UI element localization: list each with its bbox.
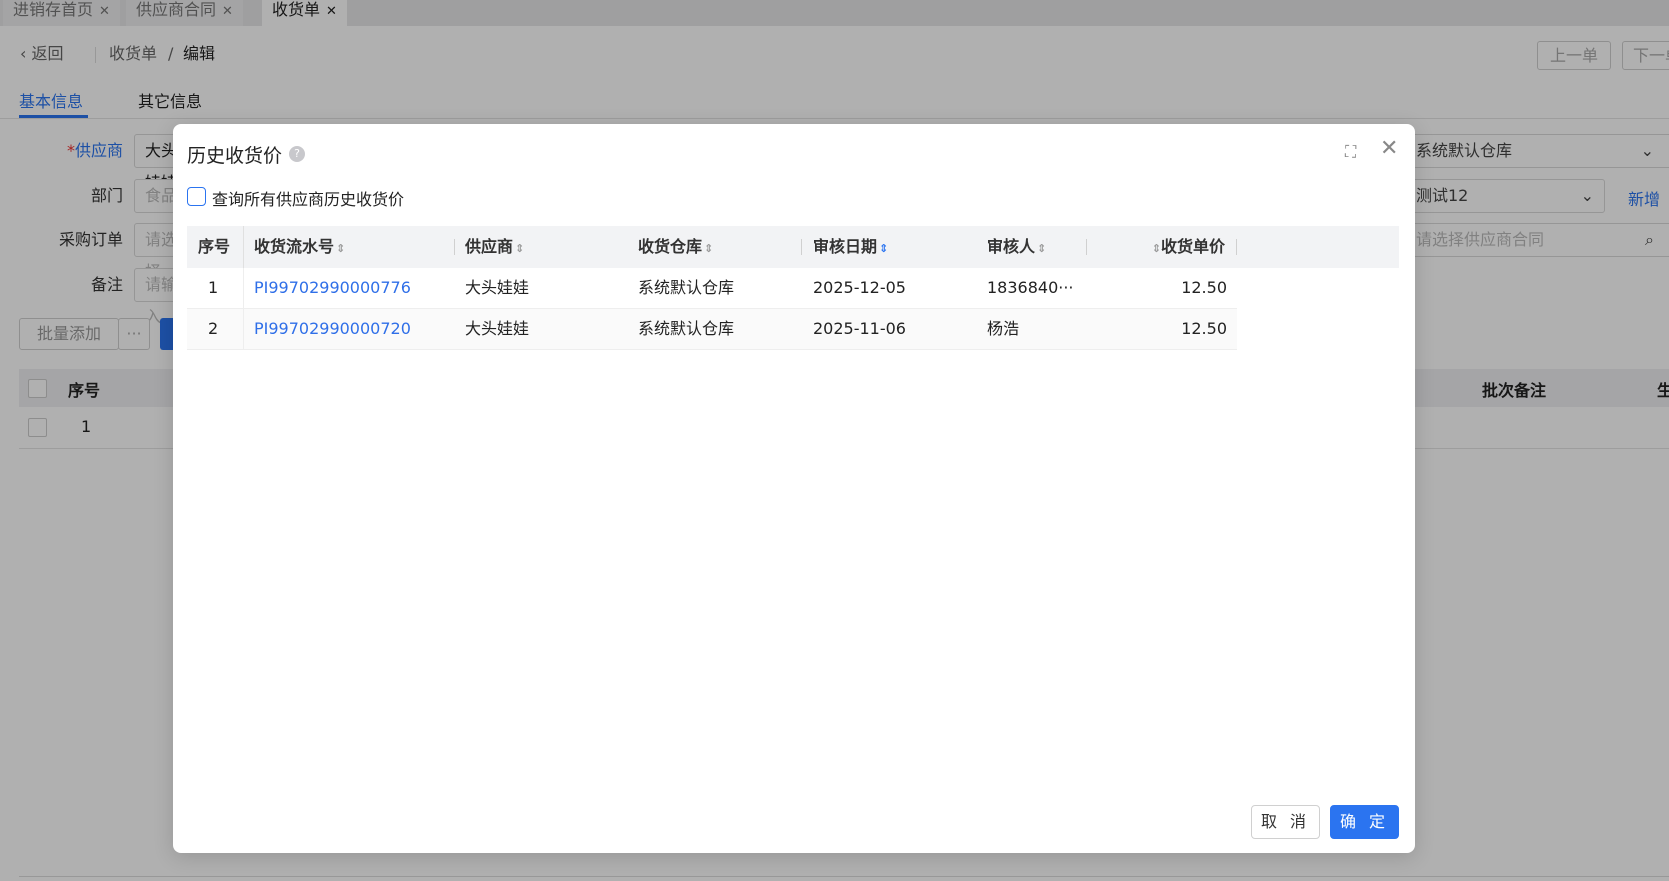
all-suppliers-checkbox[interactable]	[187, 187, 206, 206]
cell-supplier: 大头娃娃	[465, 278, 530, 297]
col-divider	[243, 226, 244, 268]
cell-index: 1	[208, 278, 219, 297]
help-icon[interactable]: ?	[289, 146, 305, 162]
cell-index: 2	[208, 319, 219, 338]
cell-reviewer: 杨浩	[987, 319, 1020, 338]
col-divider[interactable]	[1236, 239, 1237, 255]
close-icon[interactable]: ✕	[1380, 136, 1398, 161]
table-row[interactable]: 1 PI99702990000776 大头娃娃 系统默认仓库 2025-12-0…	[187, 268, 1237, 309]
sort-desc-icon: ⇕	[879, 242, 889, 255]
sort-icon: ⇕	[1151, 242, 1161, 255]
col-divider[interactable]	[801, 239, 802, 255]
cancel-button[interactable]: 取 消	[1251, 805, 1320, 839]
col-reviewer[interactable]: 审核人 ⇕	[987, 226, 1046, 270]
history-price-modal: 历史收货价 ? ⛶ ✕ 查询所有供应商历史收货价 序号 收货流水号 ⇕ 供应商 ⇕ …	[173, 124, 1415, 853]
cell-price: 12.50	[1181, 278, 1227, 297]
cell-serial-link[interactable]: PI99702990000720	[254, 309, 411, 349]
sort-icon: ⇕	[704, 242, 714, 255]
cell-warehouse: 系统默认仓库	[638, 278, 735, 297]
col-index: 序号	[198, 237, 231, 256]
cell-date: 2025-12-05	[813, 278, 906, 297]
col-warehouse[interactable]: 收货仓库 ⇕	[638, 226, 713, 270]
col-divider[interactable]	[454, 239, 455, 255]
table-header: 序号 收货流水号 ⇕ 供应商 ⇕ 收货仓库 ⇕ 审核日期 ⇕ 审核人 ⇕ ⇕收货单价	[187, 226, 1399, 268]
sort-icon: ⇕	[515, 242, 525, 255]
table-row[interactable]: 2 PI99702990000720 大头娃娃 系统默认仓库 2025-11-0…	[187, 309, 1237, 350]
modal-title: 历史收货价	[187, 145, 283, 167]
confirm-button[interactable]: 确 定	[1330, 805, 1399, 839]
cell-serial-link[interactable]: PI99702990000776	[254, 268, 411, 308]
maximize-icon[interactable]: ⛶	[1345, 142, 1356, 162]
sort-icon: ⇕	[336, 242, 346, 255]
col-review-date[interactable]: 审核日期 ⇕	[813, 226, 888, 270]
sort-icon: ⇕	[1037, 242, 1047, 255]
cell-reviewer: 1836840···	[987, 278, 1074, 297]
cell-supplier: 大头娃娃	[465, 319, 530, 338]
all-suppliers-label[interactable]: 查询所有供应商历史收货价	[212, 186, 404, 210]
cell-warehouse: 系统默认仓库	[638, 319, 735, 338]
col-supplier[interactable]: 供应商 ⇕	[465, 226, 524, 270]
col-price[interactable]: ⇕收货单价	[1150, 226, 1225, 270]
cell-date: 2025-11-06	[813, 319, 906, 338]
cell-price: 12.50	[1181, 319, 1227, 338]
col-divider[interactable]	[1086, 239, 1087, 255]
col-serial[interactable]: 收货流水号 ⇕	[254, 226, 345, 270]
